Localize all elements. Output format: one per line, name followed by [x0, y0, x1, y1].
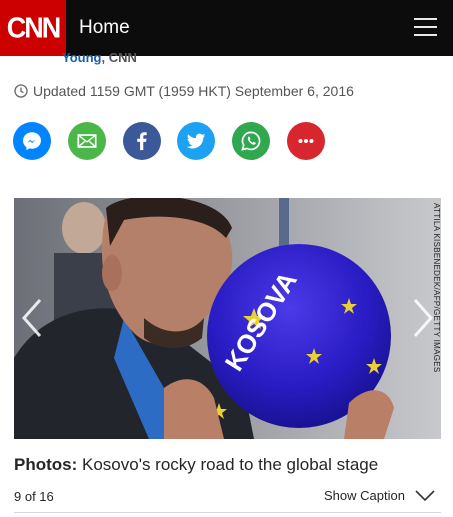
facebook-share-button[interactable]	[123, 122, 161, 160]
nav-home-link[interactable]: Home	[79, 17, 130, 39]
show-caption-label: Show Caption	[324, 488, 405, 503]
more-icon	[298, 138, 314, 144]
top-nav-bar: CNN Home	[0, 0, 453, 56]
email-share-button[interactable]	[68, 122, 106, 160]
twitter-share-button[interactable]	[177, 122, 215, 160]
cnn-logo-text: CNN	[6, 11, 61, 44]
whatsapp-icon	[241, 131, 261, 151]
show-caption-button[interactable]: Show Caption	[324, 488, 435, 503]
photo-credit-text: ATTILA KISBENEDEK/AFP/GETTY IMAGES	[432, 203, 441, 373]
updated-text: Updated 1159 GMT (1959 HKT) September 6,…	[33, 83, 354, 99]
facebook-icon	[137, 132, 147, 151]
gallery-photo[interactable]: KOSOVA	[14, 198, 441, 439]
messenger-share-button[interactable]	[13, 122, 51, 160]
caption-label: Photos:	[14, 455, 78, 474]
photo-credit: ATTILA KISBENEDEK/AFP/GETTY IMAGES	[428, 203, 441, 435]
messenger-icon	[23, 132, 41, 151]
gallery-caption: Photos: Kosovo's rocky road to the globa…	[14, 455, 378, 475]
byline-author[interactable]: Young	[62, 50, 101, 65]
hamburger-menu-icon[interactable]	[414, 18, 437, 36]
chevron-down-icon	[415, 489, 435, 501]
photo-counter: 9 of 16	[14, 489, 54, 504]
more-share-button[interactable]	[287, 122, 325, 160]
email-icon	[77, 134, 97, 148]
whatsapp-share-button[interactable]	[232, 122, 270, 160]
updated-timestamp: Updated 1159 GMT (1959 HKT) September 6,…	[14, 83, 354, 99]
divider	[14, 512, 441, 513]
twitter-icon	[186, 133, 206, 149]
cnn-logo[interactable]: CNN	[0, 0, 66, 56]
previous-photo-arrow-icon[interactable]	[20, 298, 44, 338]
byline: Young, CNN	[62, 50, 137, 65]
clock-icon	[14, 84, 28, 98]
caption-text: Kosovo's rocky road to the global stage	[77, 455, 379, 474]
photo-scene-image: KOSOVA	[14, 198, 441, 439]
byline-org: , CNN	[101, 50, 137, 65]
